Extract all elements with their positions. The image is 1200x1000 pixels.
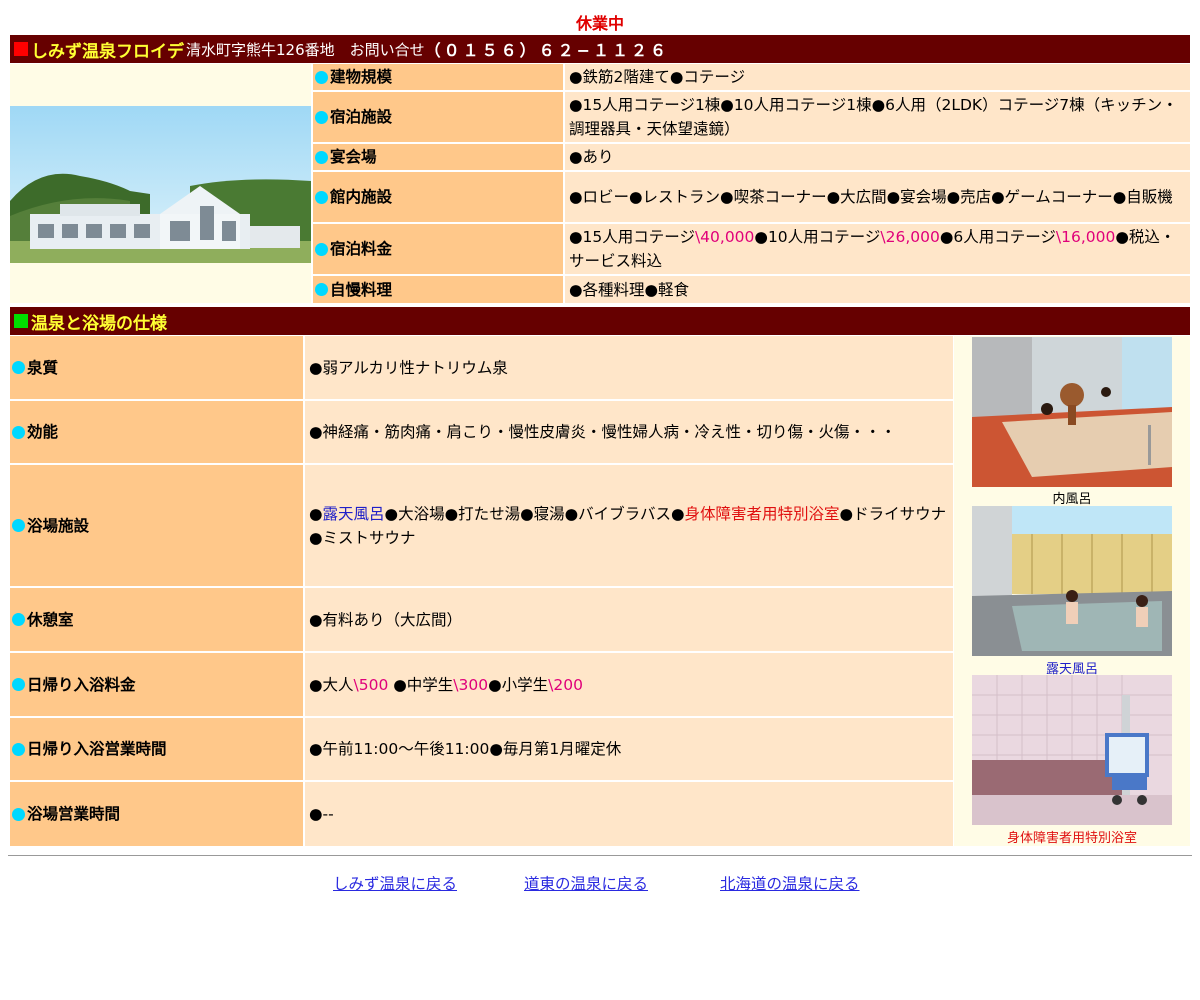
label-text: 館内施設	[330, 188, 393, 206]
facility-phone: （０１５６）６２−１１２６	[424, 41, 670, 60]
price-child: \200	[548, 675, 583, 694]
value-text: ●ロビー●レストラン●喫茶コーナー●大広間●宴会場●売店●ゲームコーナー●自販機	[569, 188, 1173, 206]
facility-address: 清水町字熊牛126番地 お問い合せ	[186, 40, 425, 59]
spec-header-bar: 温泉と浴場の仕様	[10, 307, 1190, 335]
price-6: \16,000	[1055, 228, 1116, 246]
price-15: \40,000	[694, 228, 755, 246]
link-back-shimizu[interactable]: しみず温泉に戻る	[333, 872, 457, 894]
value-text: ●15人用コテージ1棟●10人用コテージ1棟●6人用（2LDK）コテージ7棟（キ…	[569, 96, 1178, 138]
value-bath-facilities: ●露天風呂●大浴場●打たせ湯●寝湯●バイブラバス●身体障害者用特別浴室●ドライサ…	[305, 465, 953, 586]
fee-part: ●大人	[309, 675, 354, 694]
value-day-hours: ●午前11:00〜午後11:00●毎月第1月曜定休	[305, 718, 953, 780]
label-text: 浴場営業時間	[27, 805, 121, 823]
cyan-bullet-icon	[315, 283, 328, 296]
label-lodging-fee: 宿泊料金	[313, 224, 563, 274]
facility-photo	[10, 106, 311, 263]
cyan-bullet-icon	[12, 361, 25, 374]
rotenburo-link[interactable]: 露天風呂	[323, 505, 385, 523]
label-bath-hours: 浴場営業時間	[10, 782, 303, 846]
bath-part: ●大浴場●打たせ湯●寝湯●バイブラバス●	[384, 504, 685, 523]
label-rest-room: 休憩室	[10, 588, 303, 651]
price-10: \26,000	[880, 228, 940, 246]
cyan-bullet-icon	[315, 242, 328, 256]
price-junior: \300	[453, 675, 489, 694]
cyan-bullet-icon	[315, 150, 328, 164]
fee-part: ●15人用コテージ	[569, 228, 695, 246]
value-day-fee: ●大人\500 ●中学生\300●小学生\200	[305, 653, 953, 716]
barrierfree-bath-photo	[972, 675, 1172, 825]
value-lodging: ●15人用コテージ1棟●10人用コテージ1棟●6人用（2LDK）コテージ7棟（キ…	[565, 92, 1190, 142]
value-rest-room: ●有料あり（大広間）	[305, 588, 953, 651]
cyan-bullet-icon	[12, 425, 25, 439]
footer-divider	[8, 855, 1192, 856]
spec-title: 温泉と浴場の仕様	[31, 313, 167, 334]
label-text: 宴会場	[330, 148, 377, 166]
label-text: 自慢料理	[330, 280, 393, 299]
outdoor-bath-photo[interactable]	[972, 506, 1172, 656]
cyan-bullet-icon	[12, 613, 25, 626]
value-text: ●15人用コテージ\40,000●10人用コテージ\26,000●6人用コテージ…	[569, 225, 1186, 273]
value-text: ●大人\500 ●中学生\300●小学生\200	[309, 673, 583, 697]
label-day-fee: 日帰り入浴料金	[10, 653, 303, 716]
link-back-hokkaido[interactable]: 北海道の温泉に戻る	[720, 872, 860, 894]
cyan-bullet-icon	[12, 678, 25, 691]
value-lodging-fee: ●15人用コテージ\40,000●10人用コテージ\26,000●6人用コテージ…	[565, 224, 1190, 274]
red-square-icon	[14, 42, 28, 56]
label-text: 休憩室	[27, 610, 74, 629]
label-banquet: 宴会場	[313, 144, 563, 170]
label-text: 浴場施設	[27, 516, 90, 535]
cyan-bullet-icon	[12, 807, 25, 821]
fee-part: ●10人用コテージ	[754, 228, 881, 246]
value-banquet: ●あり	[565, 144, 1190, 170]
value-building-scale: ●鉄筋2階建て●コテージ	[565, 64, 1190, 90]
label-building-scale: 建物規模	[313, 64, 563, 90]
price-adult: \500	[353, 675, 389, 694]
label-text: 泉質	[27, 358, 59, 377]
value-spring-quality: ●弱アルカリ性ナトリウム泉	[305, 336, 953, 399]
label-cuisine: 自慢料理	[313, 276, 563, 303]
caption-barrierfree: 身体障害者用特別浴室	[1006, 831, 1137, 846]
fee-part: ●6人用コテージ	[939, 228, 1056, 246]
fee-part: ●小学生	[488, 675, 549, 694]
label-text: 宿泊料金	[330, 240, 393, 258]
value-cuisine: ●各種料理●軽食	[565, 276, 1190, 303]
indoor-bath-photo	[972, 337, 1172, 487]
cyan-bullet-icon	[12, 519, 25, 532]
bullet: ●	[309, 504, 323, 523]
barrierfree-bath: 身体障害者用特別浴室	[684, 504, 840, 523]
business-status: 休業中	[575, 14, 624, 33]
value-bath-hours: ●--	[305, 782, 953, 846]
bath-photos-column: 内風呂 露天風呂 身体障害者用特別浴室	[954, 336, 1190, 846]
cyan-bullet-icon	[315, 110, 328, 124]
label-inhouse: 館内施設	[313, 172, 563, 222]
label-spring-quality: 泉質	[10, 336, 303, 399]
facility-title: しみず温泉フロイデ	[31, 41, 184, 62]
label-text: 日帰り入浴営業時間	[27, 740, 167, 758]
cyan-bullet-icon	[315, 190, 328, 204]
caption-indoor: 内風呂	[1052, 492, 1092, 507]
facility-photo-cell	[10, 64, 311, 303]
label-text: 宿泊施設	[330, 108, 393, 126]
green-square-icon	[14, 314, 28, 328]
label-efficacy: 効能	[10, 401, 303, 463]
value-efficacy: ●神経痛・筋肉痛・肩こり・慢性皮膚炎・慢性婦人病・冷え性・切り傷・火傷・・・	[305, 401, 953, 463]
cyan-bullet-icon	[12, 742, 25, 756]
value-inhouse: ●ロビー●レストラン●喫茶コーナー●大広間●宴会場●売店●ゲームコーナー●自販機	[565, 172, 1190, 222]
facility-header-bar: しみず温泉フロイデ 清水町字熊牛126番地 お問い合せ （０１５６）６２−１１２…	[10, 35, 1190, 63]
label-text: 建物規模	[330, 68, 393, 86]
link-back-doto[interactable]: 道東の温泉に戻る	[524, 872, 648, 894]
value-text: ●露天風呂●大浴場●打たせ湯●寝湯●バイブラバス●身体障害者用特別浴室●ドライサ…	[309, 502, 949, 550]
label-day-hours: 日帰り入浴営業時間	[10, 718, 303, 780]
cyan-bullet-icon	[315, 70, 328, 84]
label-text: 効能	[27, 423, 59, 441]
fee-part: ●中学生	[388, 675, 454, 694]
label-text: 日帰り入浴料金	[27, 675, 136, 694]
label-lodging: 宿泊施設	[313, 92, 563, 142]
label-bath-facilities: 浴場施設	[10, 465, 303, 586]
